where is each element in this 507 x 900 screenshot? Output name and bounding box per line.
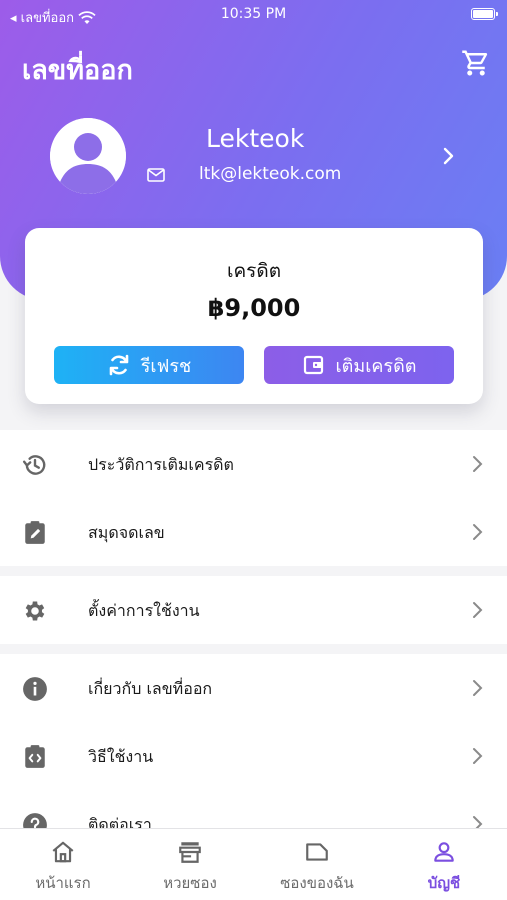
tab-account[interactable]: บัญชี: [381, 829, 507, 900]
menu-item-label: ประวัติการเติมเครดิต: [88, 455, 234, 474]
profile-row[interactable]: Lekteok ltk@lekteok.com: [0, 110, 507, 210]
status-time: 10:35 PM: [220, 6, 287, 22]
refresh-label: รีเฟรช: [140, 355, 192, 377]
refresh-icon: [109, 354, 129, 376]
gear-icon: [25, 601, 45, 621]
menu-item-label: ติดต่อเรา: [88, 815, 152, 828]
chevron-right-icon: [473, 524, 483, 540]
profile-email: ltk@lekteok.com: [199, 164, 342, 184]
profile-name: Lekteok: [206, 124, 305, 153]
help-icon: [23, 813, 47, 828]
tab-label: บัญชี: [427, 874, 461, 892]
menu-item-label: ตั้งค่าการใช้งาน: [88, 601, 200, 620]
tab-my-envelopes[interactable]: ซองของฉัน: [254, 829, 380, 900]
status-bar: ◂ เลขที่ออก 10:35 PM: [0, 0, 507, 30]
menu-group-info: เกี่ยวกับ เลขที่ออก วิธีใช้งาน ติดต่อเรา: [0, 654, 507, 828]
credit-amount: ฿9,000: [207, 294, 301, 322]
menu-item-label: วิธีใช้งาน: [88, 747, 154, 766]
tab-home[interactable]: หน้าแรก: [0, 829, 126, 900]
user-avatar-icon: [50, 118, 126, 194]
store-icon: [179, 842, 201, 863]
menu-group-settings: ตั้งค่าการใช้งาน: [0, 576, 507, 644]
chevron-right-icon: [473, 680, 483, 696]
menu-item-about[interactable]: เกี่ยวกับ เลขที่ออก: [0, 654, 507, 722]
user-icon: [434, 842, 454, 862]
avatar[interactable]: [50, 118, 126, 194]
menu-item-contact[interactable]: ติดต่อเรา: [0, 790, 507, 828]
refresh-button[interactable]: รีเฟรช: [54, 346, 244, 384]
chevron-right-icon[interactable]: [440, 146, 456, 166]
topup-label: เติมเครดิต: [335, 355, 417, 377]
tab-lottery-envelope[interactable]: หวยซอง: [127, 829, 253, 900]
credit-card: เครดิต ฿9,000 รีเฟรช เติมเครดิต: [25, 228, 483, 404]
envelope-icon: [306, 843, 328, 861]
tab-bar: หน้าแรก หวยซอง ซองของฉัน บัญชี: [0, 828, 507, 900]
tab-label: หวยซอง: [163, 874, 217, 892]
chevron-right-icon: [473, 456, 483, 472]
info-icon: [23, 677, 47, 701]
tab-label: หน้าแรก: [35, 874, 91, 892]
cart-icon[interactable]: [461, 48, 491, 78]
topup-button[interactable]: เติมเครดิต: [264, 346, 454, 384]
home-icon: [52, 841, 74, 863]
menu-item-number-notebook[interactable]: สมุดจดเลข: [0, 498, 507, 566]
history-icon: [22, 455, 46, 475]
page-title: เลขที่ออก: [22, 55, 133, 86]
chevron-right-icon: [473, 748, 483, 764]
menu-item-settings[interactable]: ตั้งค่าการใช้งาน: [0, 576, 507, 644]
menu-item-topup-history[interactable]: ประวัติการเติมเครดิต: [0, 430, 507, 498]
menu-item-label: เกี่ยวกับ เลขที่ออก: [88, 679, 213, 698]
code-clipboard-icon: [25, 745, 45, 768]
wallet-icon: [303, 355, 323, 375]
credit-label: เครดิต: [226, 260, 282, 282]
chevron-right-icon: [473, 816, 483, 828]
mail-icon: [147, 168, 165, 182]
chevron-right-icon: [473, 602, 483, 618]
clipboard-edit-icon: [25, 521, 45, 544]
menu-item-label: สมุดจดเลข: [88, 523, 165, 542]
battery-icon: [471, 8, 498, 20]
menu-group-credit: ประวัติการเติมเครดิต สมุดจดเลข: [0, 430, 507, 566]
tab-label: ซองของฉัน: [280, 874, 354, 892]
menu-item-how-to[interactable]: วิธีใช้งาน: [0, 722, 507, 790]
